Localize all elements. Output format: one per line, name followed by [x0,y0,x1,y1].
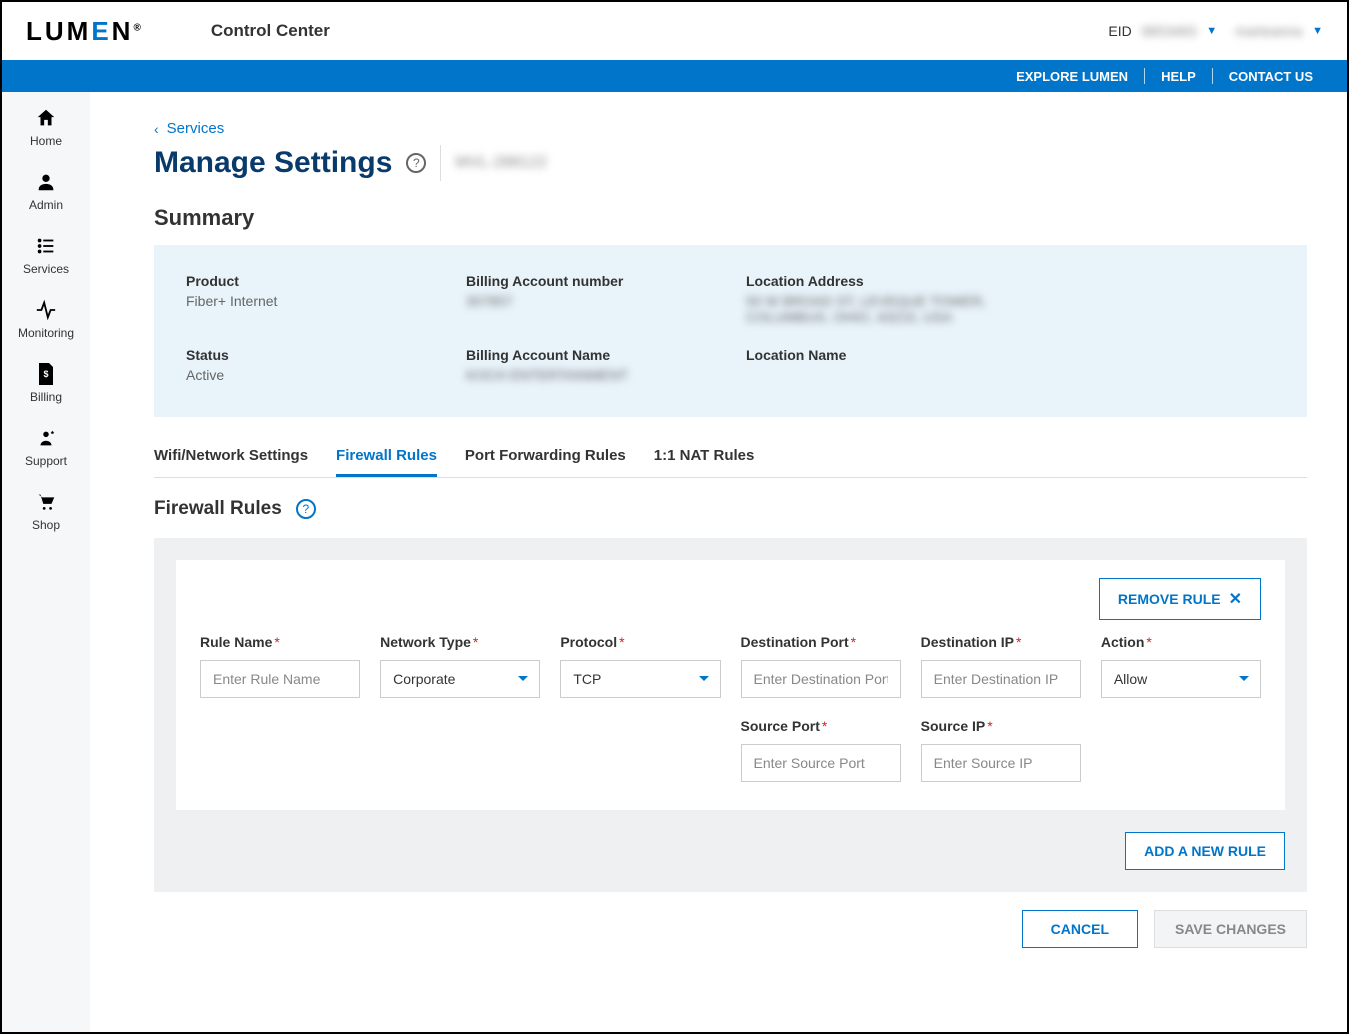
nav-contact-us[interactable]: CONTACT US [1213,69,1329,84]
user-icon [34,170,58,194]
sidebar-item-monitoring[interactable]: Monitoring [18,298,74,340]
tab-nat-rules[interactable]: 1:1 NAT Rules [654,439,755,477]
cancel-button[interactable]: CANCEL [1022,910,1138,948]
summary-baname-value: KOCH ENTERTAINMENT [466,367,746,383]
summary-locaddr-value1: 50 W BROAD ST, LEVEQUE TOWER, [746,293,1275,309]
help-icon[interactable]: ? [296,499,316,519]
summary-baname-label: Billing Account Name [466,347,746,363]
summary-locname-label: Location Name [746,347,1275,363]
close-icon: ✕ [1229,589,1242,609]
chevron-down-icon[interactable]: ▼ [1312,25,1323,37]
rule-name-input[interactable] [200,660,360,698]
summary-ban-value: 307857 [466,293,746,309]
main-content: ‹ Services Manage Settings ? MVL-288122 … [90,92,1347,1032]
breadcrumb-label: Services [167,120,225,137]
chevron-down-icon[interactable]: ▼ [1206,25,1217,37]
app-title: Control Center [211,21,330,41]
sidebar-item-support[interactable]: Support [25,426,67,468]
tab-port-forwarding-rules[interactable]: Port Forwarding Rules [465,439,626,477]
rule-name-label: Rule Name* [200,634,360,650]
tab-wifi-network-settings[interactable]: Wifi/Network Settings [154,439,308,477]
summary-locaddr-label: Location Address [746,273,1275,289]
summary-card: Product Fiber+ Internet Billing Account … [154,245,1307,417]
summary-product-label: Product [186,273,466,289]
action-select[interactable] [1101,660,1261,698]
svg-text:$: $ [43,369,48,379]
add-rule-button[interactable]: ADD A NEW RULE [1125,832,1285,870]
nav-explore-lumen[interactable]: EXPLORE LUMEN [1000,69,1144,84]
rules-container: REMOVE RULE ✕ Rule Name* Network Type* P… [154,538,1307,892]
sidebar-item-label: Admin [29,198,63,212]
sidebar-item-label: Services [23,262,69,276]
src-ip-label: Source IP* [921,718,1081,734]
chevron-left-icon: ‹ [154,121,159,137]
dest-port-label: Destination Port* [741,634,901,650]
remove-rule-button[interactable]: REMOVE RULE ✕ [1099,578,1261,620]
sidebar-item-shop[interactable]: Shop [32,490,60,532]
section-title: Firewall Rules [154,498,282,520]
summary-status-label: Status [186,347,466,363]
protocol-select[interactable] [560,660,720,698]
sidebar-item-label: Monitoring [18,326,74,340]
utility-nav: EXPLORE LUMEN HELP CONTACT US [2,60,1347,92]
eid-label: EID [1108,23,1131,39]
network-type-select[interactable] [380,660,540,698]
tab-firewall-rules[interactable]: Firewall Rules [336,439,437,477]
sidebar: Home Admin Services Monitoring $ Billing… [2,92,90,1032]
rule-card: REMOVE RULE ✕ Rule Name* Network Type* P… [176,560,1285,810]
protocol-label: Protocol* [560,634,720,650]
eid-value: 8853483 [1142,23,1197,39]
sidebar-item-label: Shop [32,518,60,532]
activity-icon [34,298,58,322]
nav-help[interactable]: HELP [1145,69,1212,84]
sidebar-item-label: Support [25,454,67,468]
remove-rule-label: REMOVE RULE [1118,591,1221,607]
sidebar-item-label: Home [30,134,62,148]
src-port-label: Source Port* [741,718,901,734]
src-ip-input[interactable] [921,744,1081,782]
summary-product-value: Fiber+ Internet [186,293,466,309]
dest-ip-label: Destination IP* [921,634,1081,650]
invoice-icon: $ [34,362,58,386]
sidebar-item-label: Billing [30,390,62,404]
username: marteanna [1235,23,1302,39]
sidebar-item-home[interactable]: Home [30,106,62,148]
cart-icon [34,490,58,514]
gear-user-icon [34,426,58,450]
sidebar-item-billing[interactable]: $ Billing [30,362,62,404]
list-icon [34,234,58,258]
lumen-logo: LUMEN® [26,16,141,47]
tabs: Wifi/Network Settings Firewall Rules Por… [154,439,1307,478]
page-title: Manage Settings [154,146,392,180]
save-changes-button[interactable]: SAVE CHANGES [1154,910,1307,948]
network-type-label: Network Type* [380,634,540,650]
src-port-input[interactable] [741,744,901,782]
summary-ban-label: Billing Account number [466,273,746,289]
dest-ip-input[interactable] [921,660,1081,698]
summary-locaddr-value2: COLUMBUS, OHIO, 43215, USA [746,309,1275,325]
summary-status-value: Active [186,367,466,383]
sidebar-item-services[interactable]: Services [23,234,69,276]
sidebar-item-admin[interactable]: Admin [29,170,63,212]
header-bar: LUMEN® Control Center EID 8853483 ▼ mart… [2,2,1347,60]
help-icon[interactable]: ? [406,153,426,173]
home-icon [34,106,58,130]
breadcrumb[interactable]: ‹ Services [154,120,1307,137]
summary-heading: Summary [154,205,1307,231]
page-subtitle: MVL-288122 [455,154,547,172]
dest-port-input[interactable] [741,660,901,698]
action-label: Action* [1101,634,1261,650]
